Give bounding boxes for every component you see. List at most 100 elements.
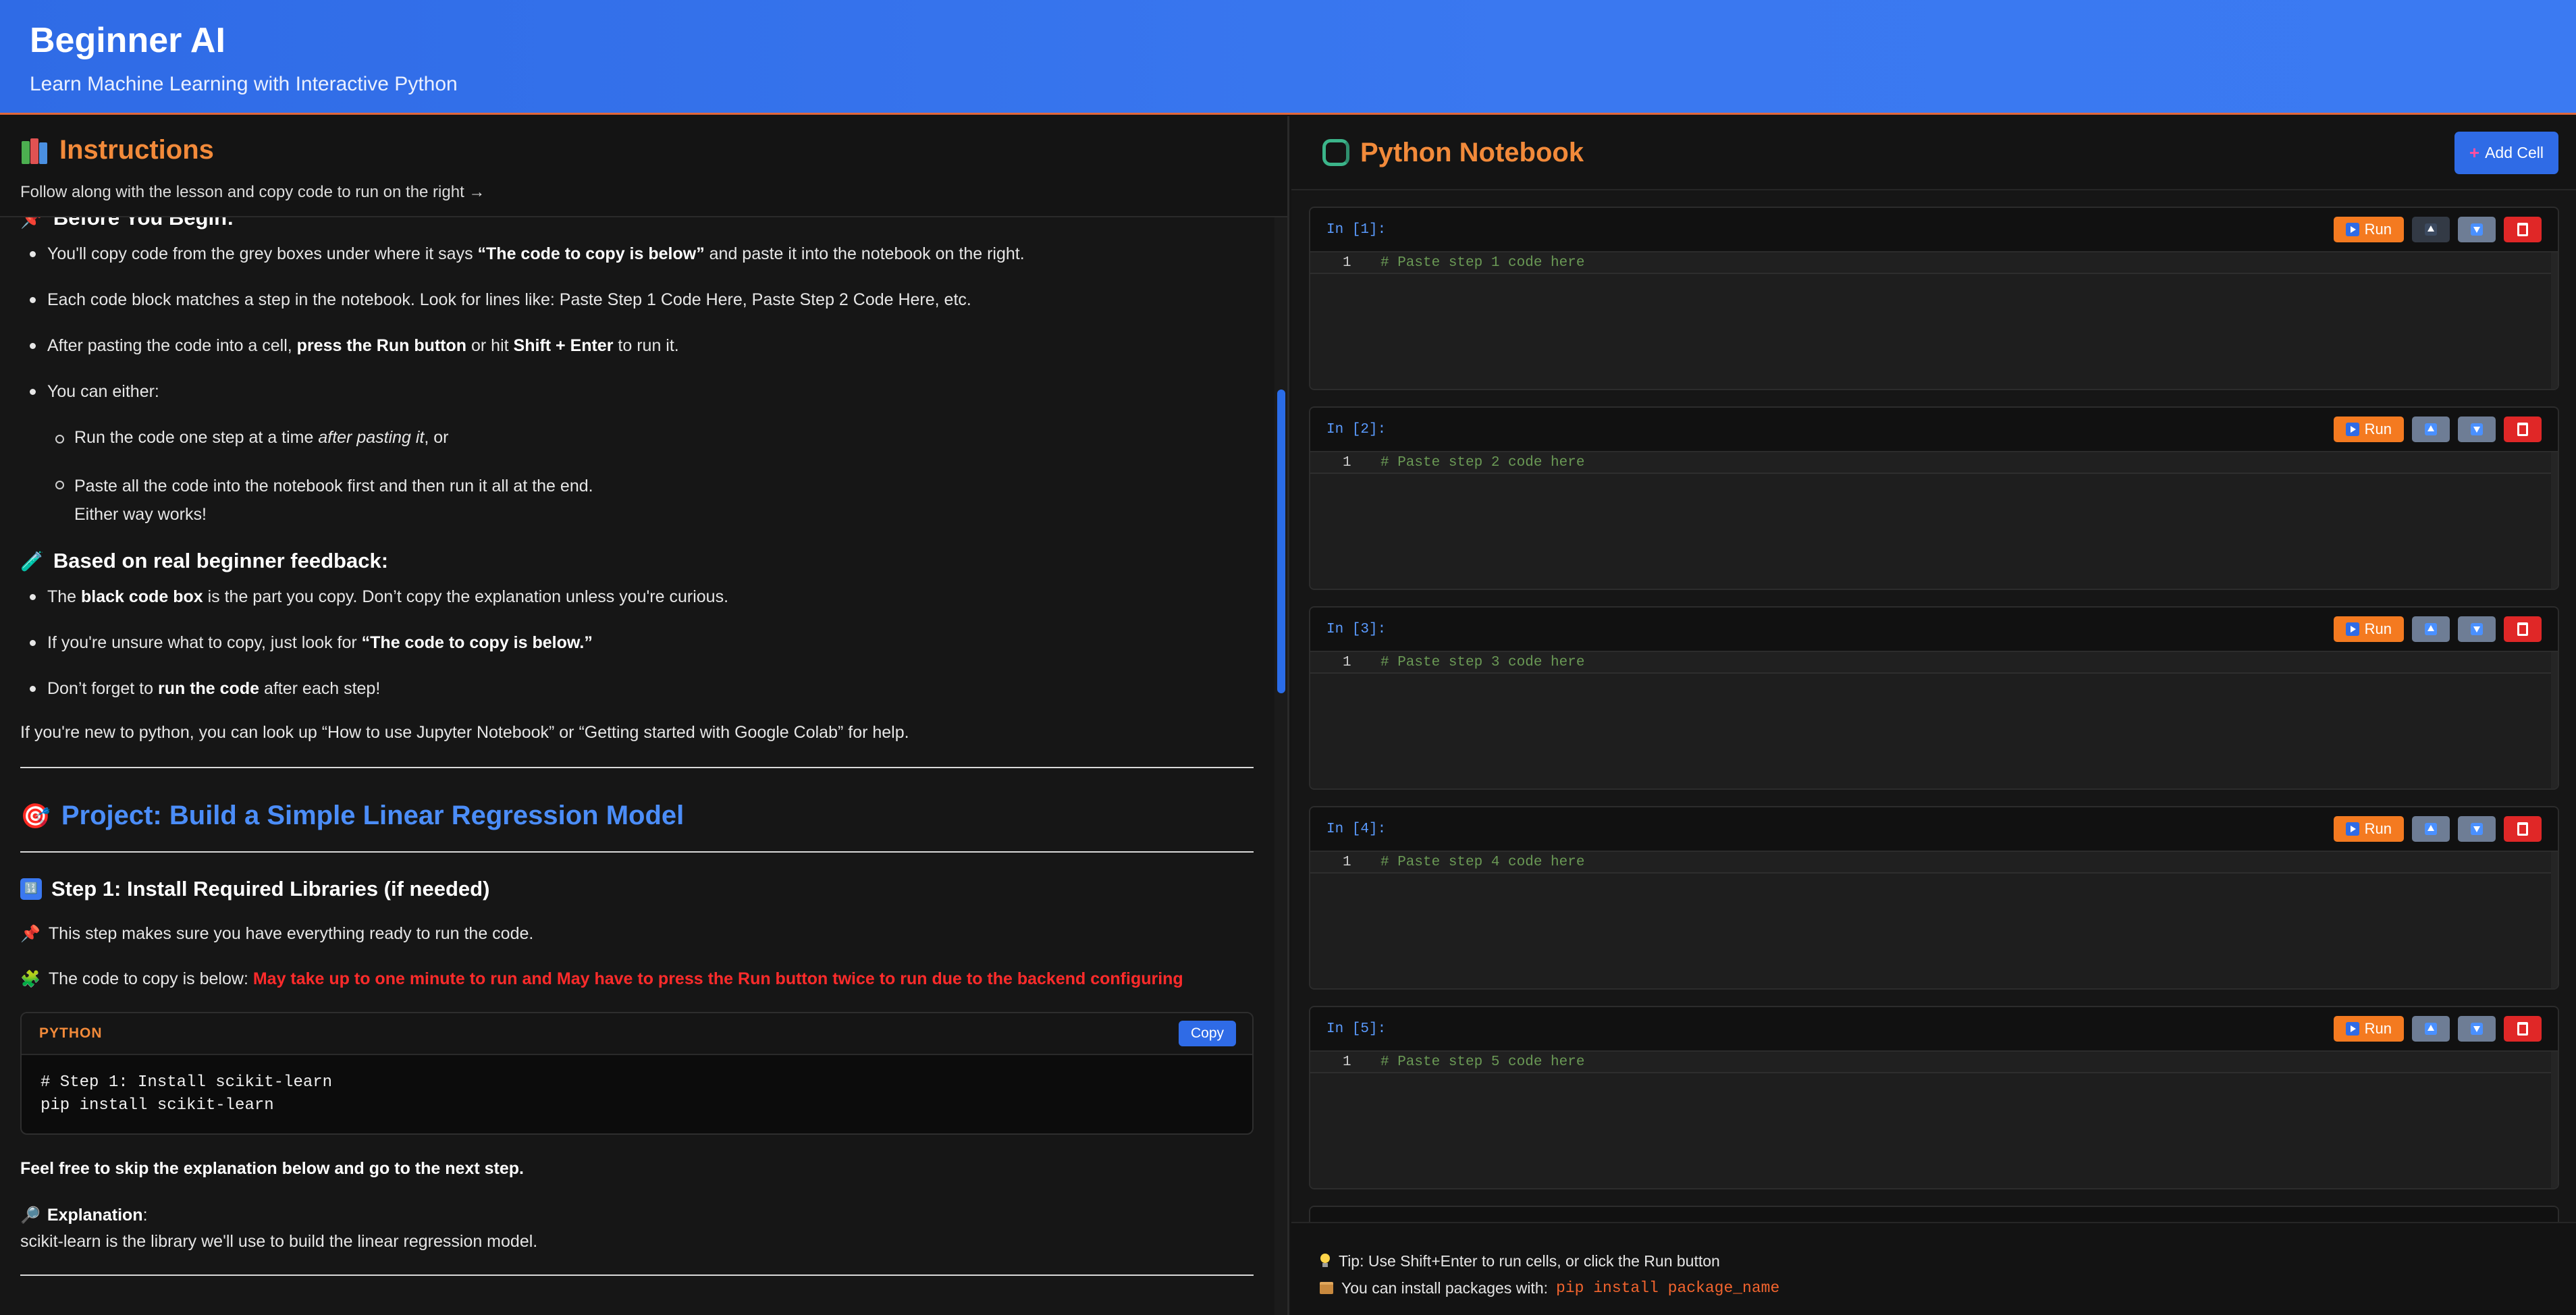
- editor-scrollbar[interactable]: [2551, 452, 2558, 589]
- code-line[interactable]: # Paste step 3 code here: [1380, 655, 1584, 670]
- trash-icon: [2517, 423, 2528, 436]
- play-icon: [2345, 223, 2359, 236]
- list-item: Each code block matches a step in the no…: [20, 288, 1249, 311]
- editor-scrollbar[interactable]: [2551, 252, 2558, 389]
- cell-label: In [1]:: [1326, 221, 1387, 238]
- python-icon: [1322, 139, 1349, 166]
- before-heading: Before You Begin:: [53, 217, 234, 230]
- trash-icon: [2517, 822, 2528, 836]
- cell-label: In [4]:: [1326, 821, 1387, 837]
- delete-button[interactable]: [2504, 217, 2542, 242]
- divider: [20, 1274, 1254, 1276]
- add-cell-button[interactable]: + Add Cell: [2454, 131, 2558, 174]
- trash-icon: [2517, 622, 2528, 636]
- trash-icon: [2517, 1022, 2528, 1036]
- arrow-down-icon: [2471, 623, 2483, 635]
- move-down-button[interactable]: [2458, 616, 2496, 642]
- move-down-button[interactable]: [2458, 217, 2496, 242]
- instructions-panel: Instructions Follow along with the lesso…: [0, 116, 1289, 1315]
- arrow-up-icon: [2425, 1023, 2437, 1035]
- lesson-scrollbar[interactable]: [1274, 217, 1287, 1315]
- list-item: Don’t forget to run the code after each …: [20, 677, 1249, 700]
- step1-note: This step makes sure you have everything…: [48, 924, 534, 943]
- delete-button[interactable]: [2504, 616, 2542, 642]
- divider: [20, 767, 1254, 768]
- code-line[interactable]: # Paste step 1 code here: [1380, 255, 1584, 271]
- notebook-cell[interactable]: In [1]: Run 1 # Paste step 1 code here: [1309, 207, 2559, 390]
- list-item: You can either:: [20, 380, 1249, 403]
- explanation-text: scikit-learn is the library we'll use to…: [20, 1232, 538, 1251]
- arrow-down-icon: [2471, 1023, 2483, 1035]
- move-up-button[interactable]: [2412, 816, 2450, 842]
- new-to-python-text: If you're new to python, you can look up…: [20, 723, 909, 742]
- list-item: Paste all the code into the notebook fir…: [20, 472, 1249, 529]
- editor-scrollbar[interactable]: [2551, 652, 2558, 788]
- notebook-cell[interactable]: In [3]: Run 1 # Paste step 3 code here: [1309, 606, 2559, 790]
- code-editor[interactable]: 1 # Paste step 5 code here: [1310, 1050, 2558, 1188]
- arrow-up-icon: [2425, 223, 2437, 236]
- run-button[interactable]: Run: [2333, 1016, 2404, 1042]
- line-number: 1: [1343, 1054, 1351, 1070]
- divider: [20, 851, 1254, 853]
- tip-run-cells: Tip: Use Shift+Enter to run cells, or cl…: [1339, 1252, 1720, 1270]
- code-text[interactable]: # Step 1: Install scikit-learn pip insta…: [22, 1055, 1252, 1133]
- magnifier-icon: 🔎: [20, 1206, 41, 1225]
- editor-scrollbar[interactable]: [2551, 852, 2558, 988]
- notebook-cell[interactable]: In [4]: Run 1 # Paste step 4 code here: [1309, 806, 2559, 990]
- move-down-button[interactable]: [2458, 1016, 2496, 1042]
- move-up-button[interactable]: [2412, 417, 2450, 442]
- pushpin-icon: 📌: [20, 925, 41, 943]
- editor-scrollbar[interactable]: [2551, 1052, 2558, 1188]
- instructions-hint: Follow along with the lesson and copy co…: [20, 183, 485, 201]
- app-subtitle: Learn Machine Learning with Interactive …: [30, 73, 458, 95]
- code-editor[interactable]: 1 # Paste step 1 code here: [1310, 251, 2558, 389]
- arrow-down-icon: [2471, 423, 2483, 435]
- project-title: Project: Build a Simple Linear Regressio…: [61, 801, 685, 830]
- notebook-cell[interactable]: In [5]: Run 1 # Paste step 5 code here: [1309, 1006, 2559, 1189]
- code-line[interactable]: # Paste step 2 code here: [1380, 455, 1584, 471]
- notebook-tips: Tip: Use Shift+Enter to run cells, or cl…: [1291, 1222, 2576, 1315]
- code-editor[interactable]: 1 # Paste step 3 code here: [1310, 651, 2558, 788]
- move-down-button[interactable]: [2458, 816, 2496, 842]
- copy-button[interactable]: Copy: [1178, 1021, 1236, 1046]
- notebook-header: Python Notebook + Add Cell: [1291, 116, 2576, 190]
- arrow-up-icon: [2425, 823, 2437, 835]
- move-up-button[interactable]: [2412, 1016, 2450, 1042]
- delete-button[interactable]: [2504, 1016, 2542, 1042]
- move-up-button[interactable]: [2412, 616, 2450, 642]
- notebook-cell[interactable]: In [2]: Run 1 # Paste step 2 code here: [1309, 406, 2559, 590]
- run-button[interactable]: Run: [2333, 417, 2404, 442]
- lesson-content: 📌 Before You Begin: You'll copy code fro…: [0, 217, 1269, 1315]
- play-icon: [2345, 1022, 2359, 1036]
- plus-icon: +: [2469, 142, 2480, 163]
- app-header: Beginner AI Learn Machine Learning with …: [0, 0, 2576, 115]
- package-icon: [1320, 1282, 1333, 1294]
- scrollbar-thumb[interactable]: [1277, 390, 1285, 693]
- run-button[interactable]: Run: [2333, 217, 2404, 242]
- pushpin-icon: 📌: [20, 217, 44, 229]
- code-line[interactable]: # Paste step 4 code here: [1380, 855, 1584, 870]
- code-line[interactable]: # Paste step 5 code here: [1380, 1054, 1584, 1070]
- target-icon: 🎯: [20, 801, 51, 830]
- run-button[interactable]: Run: [2333, 816, 2404, 842]
- list-item: Run the code one step at a time after pa…: [20, 426, 1249, 449]
- line-number: 1: [1343, 655, 1351, 670]
- arrow-down-icon: [2471, 823, 2483, 835]
- instructions-header: Instructions Follow along with the lesso…: [0, 116, 1287, 217]
- explanation-label: Explanation: [47, 1206, 143, 1225]
- move-down-button[interactable]: [2458, 417, 2496, 442]
- list-item: After pasting the code into a cell, pres…: [20, 334, 1249, 357]
- run-button[interactable]: Run: [2333, 616, 2404, 642]
- cell-label: In [5]:: [1326, 1021, 1387, 1037]
- move-up-button[interactable]: [2412, 217, 2450, 242]
- step1-title: Step 1: Install Required Libraries (if n…: [51, 877, 490, 901]
- code-editor[interactable]: 1 # Paste step 2 code here: [1310, 451, 2558, 589]
- code-editor[interactable]: 1 # Paste step 4 code here: [1310, 851, 2558, 988]
- delete-button[interactable]: [2504, 417, 2542, 442]
- cell-label: In [3]:: [1326, 621, 1387, 637]
- feedback-heading: Based on real beginner feedback:: [53, 549, 389, 572]
- delete-button[interactable]: [2504, 816, 2542, 842]
- lightbulb-icon: [1320, 1254, 1331, 1268]
- line-number: 1: [1343, 255, 1351, 271]
- play-icon: [2345, 423, 2359, 436]
